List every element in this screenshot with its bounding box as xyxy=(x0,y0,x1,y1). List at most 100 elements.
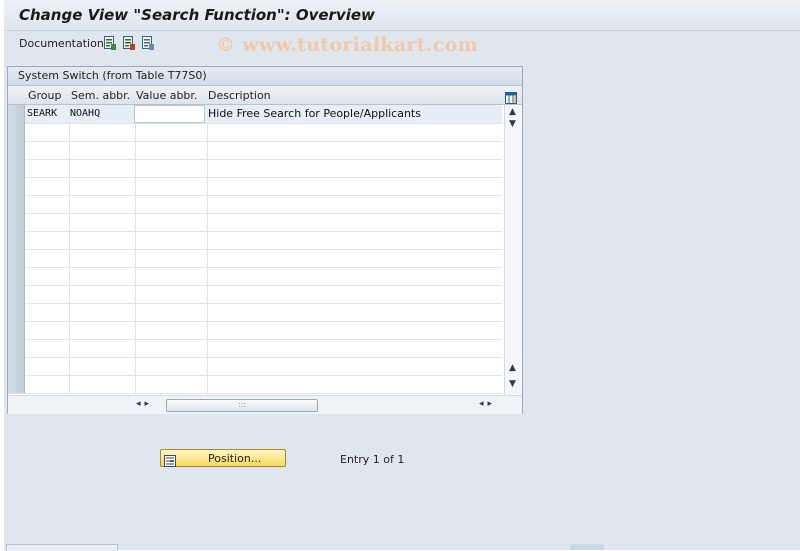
table-cell-description: Hide Free Search for People/Applicants xyxy=(206,105,505,123)
row-selector[interactable] xyxy=(8,249,25,267)
column-header-sem-abbr[interactable]: Sem. abbr. xyxy=(71,89,130,102)
scroll-left-right-icon[interactable]: ◂▸ xyxy=(479,399,496,409)
table-cell-value-abbr[interactable] xyxy=(134,195,208,213)
table-cell-group xyxy=(25,195,70,213)
table-cell-value-abbr[interactable] xyxy=(134,285,208,303)
table-row xyxy=(8,213,505,232)
row-selector[interactable] xyxy=(8,159,25,177)
table-cell-value-abbr[interactable] xyxy=(134,267,208,285)
position-button[interactable]: Position... xyxy=(160,449,286,467)
table-cell-sem-abbr: NOAHQ xyxy=(68,105,136,123)
table-row xyxy=(8,141,505,160)
row-selector[interactable] xyxy=(8,357,25,375)
table-cell-description xyxy=(206,249,505,267)
table-cell-value-abbr[interactable] xyxy=(134,141,208,159)
table-cell-sem-abbr xyxy=(68,267,136,285)
table-cell-value-abbr[interactable] xyxy=(134,213,208,231)
table-cell-group xyxy=(25,339,70,357)
table-cell-group: SEARK xyxy=(25,105,70,123)
table-cell-sem-abbr xyxy=(68,141,136,159)
watermark: © www.tutorialkart.com xyxy=(216,34,479,56)
table-cell-description xyxy=(206,195,505,213)
table-row xyxy=(8,285,505,304)
table-row xyxy=(8,375,505,394)
table-row xyxy=(8,159,505,178)
row-selector[interactable] xyxy=(8,285,25,303)
row-selector[interactable] xyxy=(8,231,25,249)
row-selector[interactable] xyxy=(8,375,25,393)
table-cell-sem-abbr xyxy=(68,321,136,339)
entry-counter: Entry 1 of 1 xyxy=(340,453,405,466)
row-selector[interactable] xyxy=(8,123,25,141)
table-row xyxy=(8,177,505,196)
print-icon[interactable] xyxy=(142,36,154,50)
table-cell-group xyxy=(25,177,70,195)
table-cell-group xyxy=(25,303,70,321)
row-selector[interactable] xyxy=(8,105,25,123)
column-header-group[interactable]: Group xyxy=(28,89,62,102)
scroll-up-icon[interactable]: ▲ xyxy=(509,107,516,117)
table-cell-value-abbr[interactable] xyxy=(134,159,208,177)
row-selector[interactable] xyxy=(8,141,25,159)
table-cell-sem-abbr xyxy=(68,357,136,375)
horizontal-scrollbar[interactable]: ◂▸ ::: ◂▸ xyxy=(8,395,522,414)
table-cell-value-abbr[interactable] xyxy=(134,303,208,321)
table-cell-value-abbr[interactable] xyxy=(134,249,208,267)
table-cell-group xyxy=(25,267,70,285)
table-cell-value-abbr[interactable] xyxy=(134,105,205,123)
table-cell-description xyxy=(206,303,505,321)
detail-icon[interactable] xyxy=(104,36,116,50)
table-row xyxy=(8,123,505,142)
documentation-button[interactable]: Documentation xyxy=(19,37,104,50)
scroll-thumb[interactable]: ::: xyxy=(166,399,318,412)
row-selector[interactable] xyxy=(8,267,25,285)
table-cell-description xyxy=(206,267,505,285)
table-cell-group xyxy=(25,141,70,159)
column-header-value-abbr[interactable]: Value abbr. xyxy=(136,89,197,102)
table-cell-value-abbr[interactable] xyxy=(134,375,208,393)
column-settings-icon[interactable] xyxy=(505,89,517,104)
position-icon xyxy=(164,452,176,467)
table-cell-value-abbr[interactable] xyxy=(134,339,208,357)
table-cell-value-abbr[interactable] xyxy=(134,231,208,249)
table-cell-group xyxy=(25,123,70,141)
row-selector[interactable] xyxy=(8,195,25,213)
table-control: System Switch (from Table T77S0) Group S… xyxy=(7,66,523,414)
table-cell-value-abbr[interactable] xyxy=(134,321,208,339)
row-selector[interactable] xyxy=(8,321,25,339)
vertical-scrollbar[interactable]: ▲ ▼ ▲ ▼ xyxy=(504,105,522,395)
table-cell-description xyxy=(206,177,505,195)
row-selector[interactable] xyxy=(8,303,25,321)
scroll-down-icon[interactable]: ▼ xyxy=(509,119,516,129)
scroll-page-down-icon[interactable]: ▼ xyxy=(509,379,516,389)
table-row xyxy=(8,231,505,250)
row-selector[interactable] xyxy=(8,213,25,231)
table-cell-sem-abbr xyxy=(68,339,136,357)
table-cell-value-abbr[interactable] xyxy=(134,123,208,141)
sap-window: Change View "Search Function": Overview … xyxy=(4,0,800,551)
application-toolbar: Documentation © www.tutorialkart.com xyxy=(4,31,800,57)
table-cell-group xyxy=(25,213,70,231)
table-header: Group Sem. abbr. Value abbr. Description xyxy=(8,86,522,105)
table-row xyxy=(8,321,505,340)
table-cell-description xyxy=(206,141,505,159)
column-header-description[interactable]: Description xyxy=(208,89,271,102)
table-cell-description xyxy=(206,213,505,231)
row-selector[interactable] xyxy=(8,177,25,195)
table-cell-description xyxy=(206,285,505,303)
table-cell-value-abbr[interactable] xyxy=(134,357,208,375)
table-row xyxy=(8,195,505,214)
table-cell-sem-abbr xyxy=(68,249,136,267)
scroll-left-right-icon[interactable]: ◂▸ xyxy=(136,399,153,409)
table-cell-description xyxy=(206,339,505,357)
bc-set-icon[interactable] xyxy=(123,36,135,50)
scroll-page-up-icon[interactable]: ▲ xyxy=(509,363,516,373)
title-bar: Change View "Search Function": Overview xyxy=(4,0,800,31)
table-cell-group xyxy=(25,375,70,393)
table-cell-group xyxy=(25,357,70,375)
table-cell-description xyxy=(206,321,505,339)
table-cell-description xyxy=(206,357,505,375)
table-cell-value-abbr[interactable] xyxy=(134,177,208,195)
table-caption-text: System Switch (from Table T77S0) xyxy=(18,69,207,82)
row-selector[interactable] xyxy=(8,339,25,357)
